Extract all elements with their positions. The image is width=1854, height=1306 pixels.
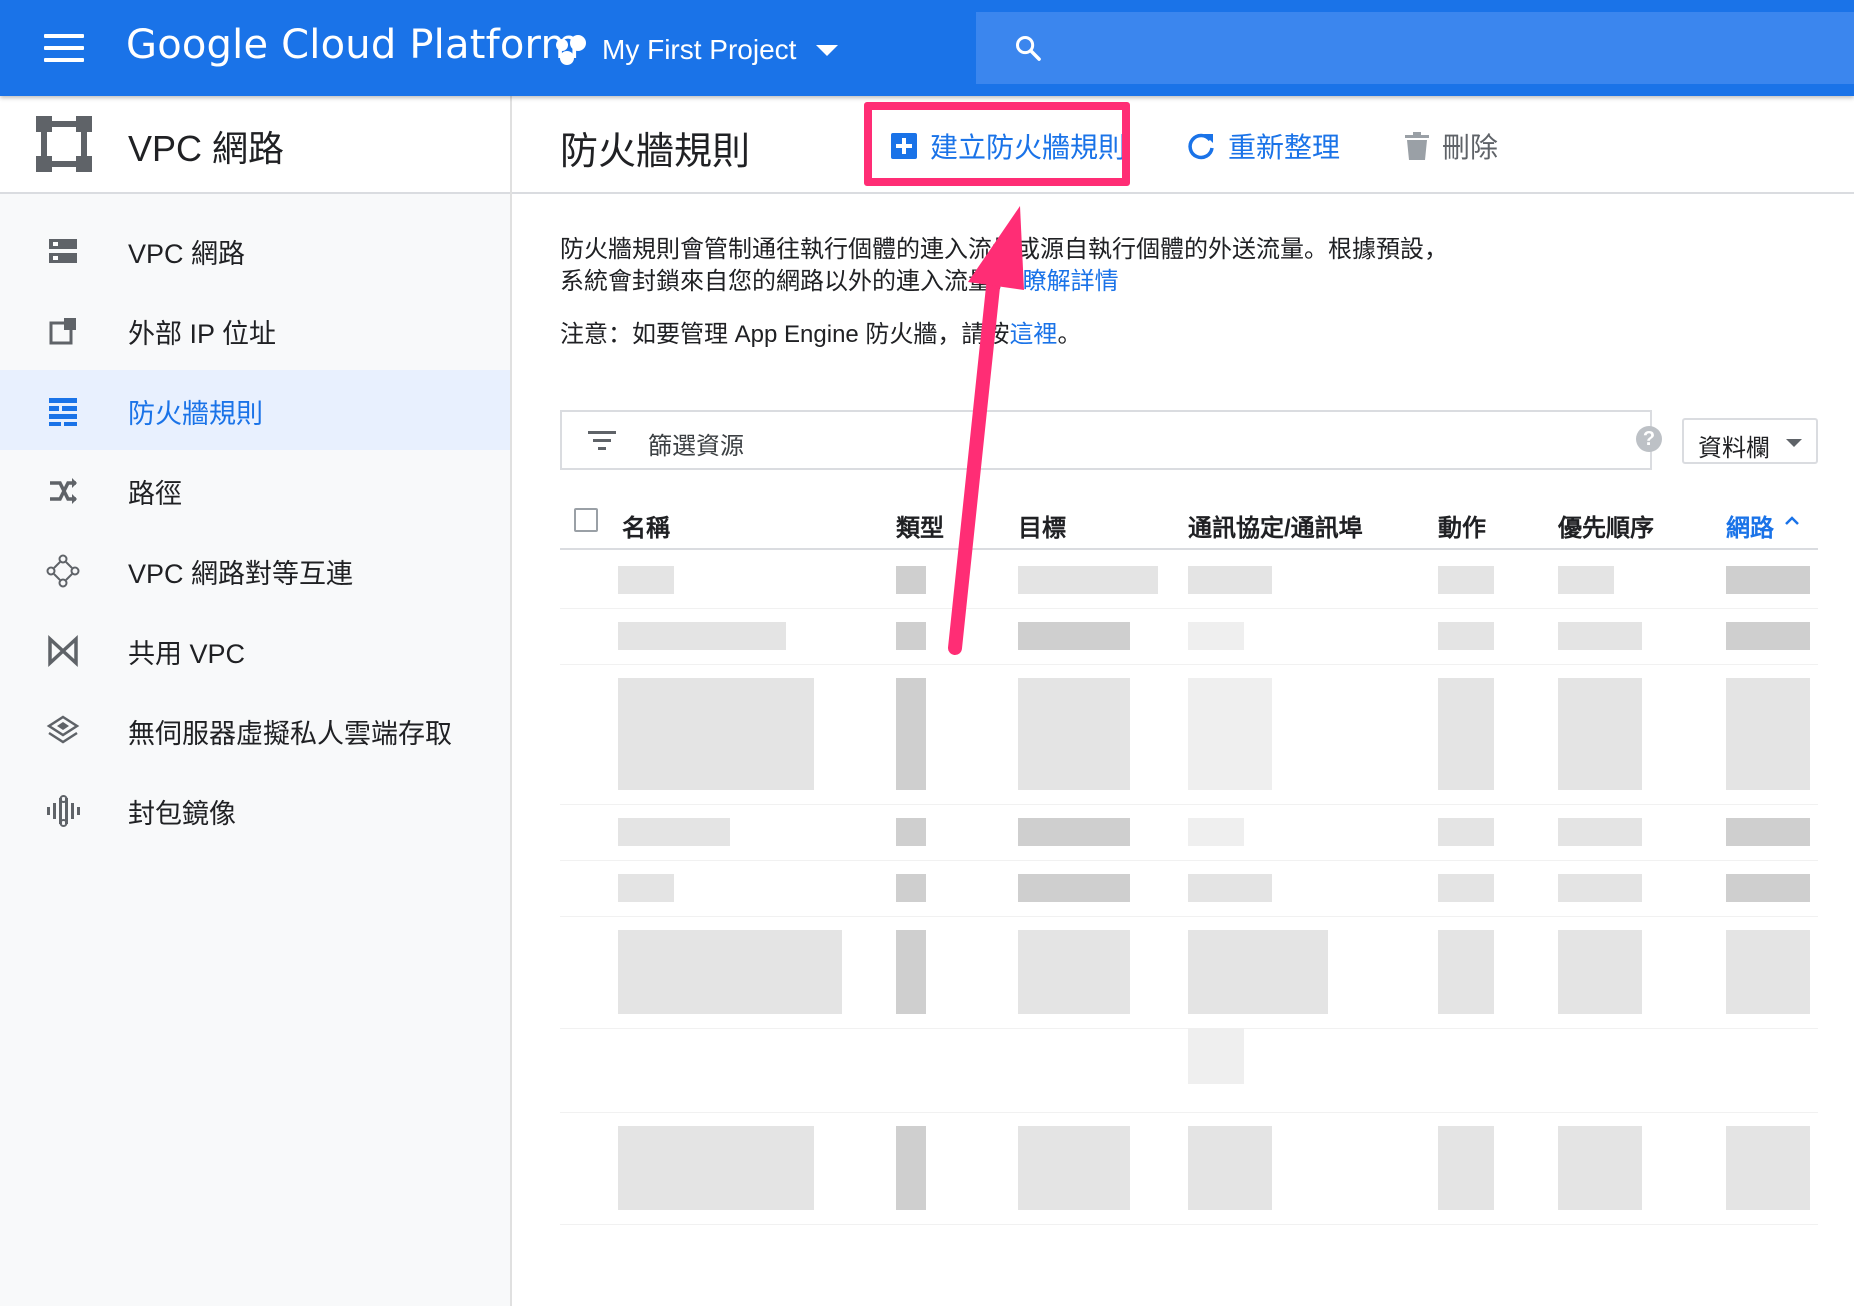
sidebar-item-peering[interactable]: VPC 網路對等互連 — [0, 530, 510, 610]
trash-icon — [1405, 132, 1429, 160]
sidebar-item-shared-vpc[interactable]: 共用 VPC — [0, 610, 510, 690]
project-selector[interactable]: My First Project — [556, 30, 839, 70]
chevron-down-icon — [1786, 439, 1802, 447]
sidebar-title: VPC 網路 — [128, 128, 285, 169]
learn-more-link[interactable]: 瞭解詳情 — [1023, 268, 1119, 295]
table-row[interactable] — [560, 1028, 1818, 1113]
sidebar-item-label: 共用 VPC — [128, 639, 246, 669]
column-header-type[interactable]: 類型 — [896, 508, 944, 543]
table-row[interactable] — [560, 664, 1818, 805]
sidebar-item-label: 路徑 — [128, 479, 182, 509]
external-ip-icon — [49, 318, 76, 345]
note-text: 注意：如要管理 App Engine 防火牆，請按 — [560, 321, 1010, 348]
sidebar-item-label: 封包鏡像 — [128, 799, 236, 829]
packet-mirroring-icon — [47, 795, 80, 827]
sidebar-item-vpc-networks[interactable]: VPC 網路 — [0, 210, 510, 290]
filter-placeholder: 篩選資源 — [648, 433, 744, 460]
hamburger-menu-icon[interactable] — [44, 34, 84, 62]
table-header: 名稱 類型 目標 通訊協定/通訊埠 動作 優先順序 網路 — [560, 496, 1818, 550]
project-dots-icon — [556, 35, 588, 65]
help-icon[interactable]: ? — [1636, 426, 1662, 452]
create-firewall-rule-button[interactable]: 建立防火牆規則 — [890, 126, 1126, 166]
serverless-vpc-icon — [46, 715, 80, 744]
product-brand[interactable]: Google Cloud Platform — [126, 22, 580, 68]
sidebar-item-serverless-vpc[interactable]: 無伺服器虛擬私人雲端存取 — [0, 690, 510, 770]
table-row[interactable] — [560, 1112, 1818, 1225]
sidebar-header: VPC 網路 — [0, 96, 510, 194]
table-row[interactable] — [560, 804, 1818, 861]
chevron-down-icon — [816, 44, 839, 56]
select-all-checkbox[interactable] — [574, 508, 598, 532]
sidebar-item-label: 外部 IP 位址 — [128, 319, 277, 349]
column-header-protocol-port[interactable]: 通訊協定/通訊埠 — [1188, 508, 1363, 543]
column-header-network[interactable]: 網路 — [1726, 508, 1774, 543]
route-icon — [50, 478, 77, 504]
sidebar-nav: VPC 網路 外部 IP 位址 防火牆規則 路徑 VPC 網路對等互連 共用 V… — [0, 194, 510, 850]
sidebar-item-label: VPC 網路 — [128, 239, 246, 269]
delete-button[interactable]: 刪除 — [1404, 126, 1498, 166]
column-header-action[interactable]: 動作 — [1438, 508, 1486, 543]
refresh-label: 重新整理 — [1228, 132, 1341, 163]
sort-ascending-icon[interactable] — [1784, 514, 1800, 526]
project-name: My First Project — [602, 34, 797, 65]
sidebar-item-external-ip[interactable]: 外部 IP 位址 — [0, 290, 510, 370]
sidebar-item-label: 無伺服器虛擬私人雲端存取 — [128, 719, 452, 749]
table-row[interactable] — [560, 608, 1818, 665]
create-firewall-rule-label: 建立防火牆規則 — [930, 132, 1127, 163]
sidebar-item-label: VPC 網路對等互連 — [128, 559, 354, 589]
description-text: 防火牆規則會管制通往執行個體的連入流量或源自執行個體的外送流量。根據預設，系統會… — [560, 236, 1448, 295]
app-engine-here-link[interactable]: 這裡 — [1009, 321, 1057, 348]
app-engine-note: 注意：如要管理 App Engine 防火牆，請按這裡。 — [560, 314, 1081, 349]
sidebar-item-routes[interactable]: 路徑 — [0, 450, 510, 530]
vpc-product-logo-icon — [36, 116, 92, 172]
note-suffix: 。 — [1057, 321, 1082, 348]
table-row[interactable] — [560, 552, 1818, 609]
table-row[interactable] — [560, 916, 1818, 1029]
filter-icon — [588, 431, 616, 450]
columns-button[interactable]: 資料欄 — [1682, 418, 1818, 464]
delete-label: 刪除 — [1442, 132, 1499, 163]
refresh-icon — [1188, 133, 1214, 160]
main-content: 防火牆規則 建立防火牆規則 重新整理 刪除 防火牆規則會管制通往執行個體的連入流… — [512, 96, 1854, 1306]
sidebar-item-packet-mirroring[interactable]: 封包鏡像 — [0, 770, 510, 850]
peering-icon — [46, 554, 80, 588]
search-bar[interactable] — [976, 12, 1854, 84]
top-app-bar: Google Cloud Platform My First Project — [0, 0, 1854, 96]
table-row[interactable] — [560, 860, 1818, 917]
filter-input[interactable]: 篩選資源 — [560, 410, 1652, 470]
firewall-icon — [49, 398, 77, 426]
sidebar-item-firewall[interactable]: 防火牆規則 — [0, 370, 510, 450]
columns-label: 資料欄 — [1698, 435, 1770, 462]
add-box-icon — [891, 133, 917, 159]
shared-vpc-icon — [48, 635, 78, 667]
sidebar-item-label: 防火牆規則 — [128, 399, 263, 429]
vpc-network-icon — [49, 239, 77, 263]
column-header-target[interactable]: 目標 — [1018, 508, 1066, 543]
firewall-rules-table-body — [560, 552, 1818, 1252]
column-header-priority[interactable]: 優先順序 — [1558, 508, 1654, 543]
column-header-name[interactable]: 名稱 — [622, 508, 670, 543]
page-header: 防火牆規則 建立防火牆規則 重新整理 刪除 — [512, 96, 1854, 194]
search-icon — [1015, 35, 1041, 61]
left-nav: VPC 網路 VPC 網路 外部 IP 位址 防火牆規則 路徑 VPC 網路對等… — [0, 96, 512, 1306]
refresh-button[interactable]: 重新整理 — [1186, 126, 1340, 166]
page-title: 防火牆規則 — [560, 131, 751, 173]
page-description: 防火牆規則會管制通往執行個體的連入流量或源自執行個體的外送流量。根據預設，系統會… — [560, 234, 1460, 298]
